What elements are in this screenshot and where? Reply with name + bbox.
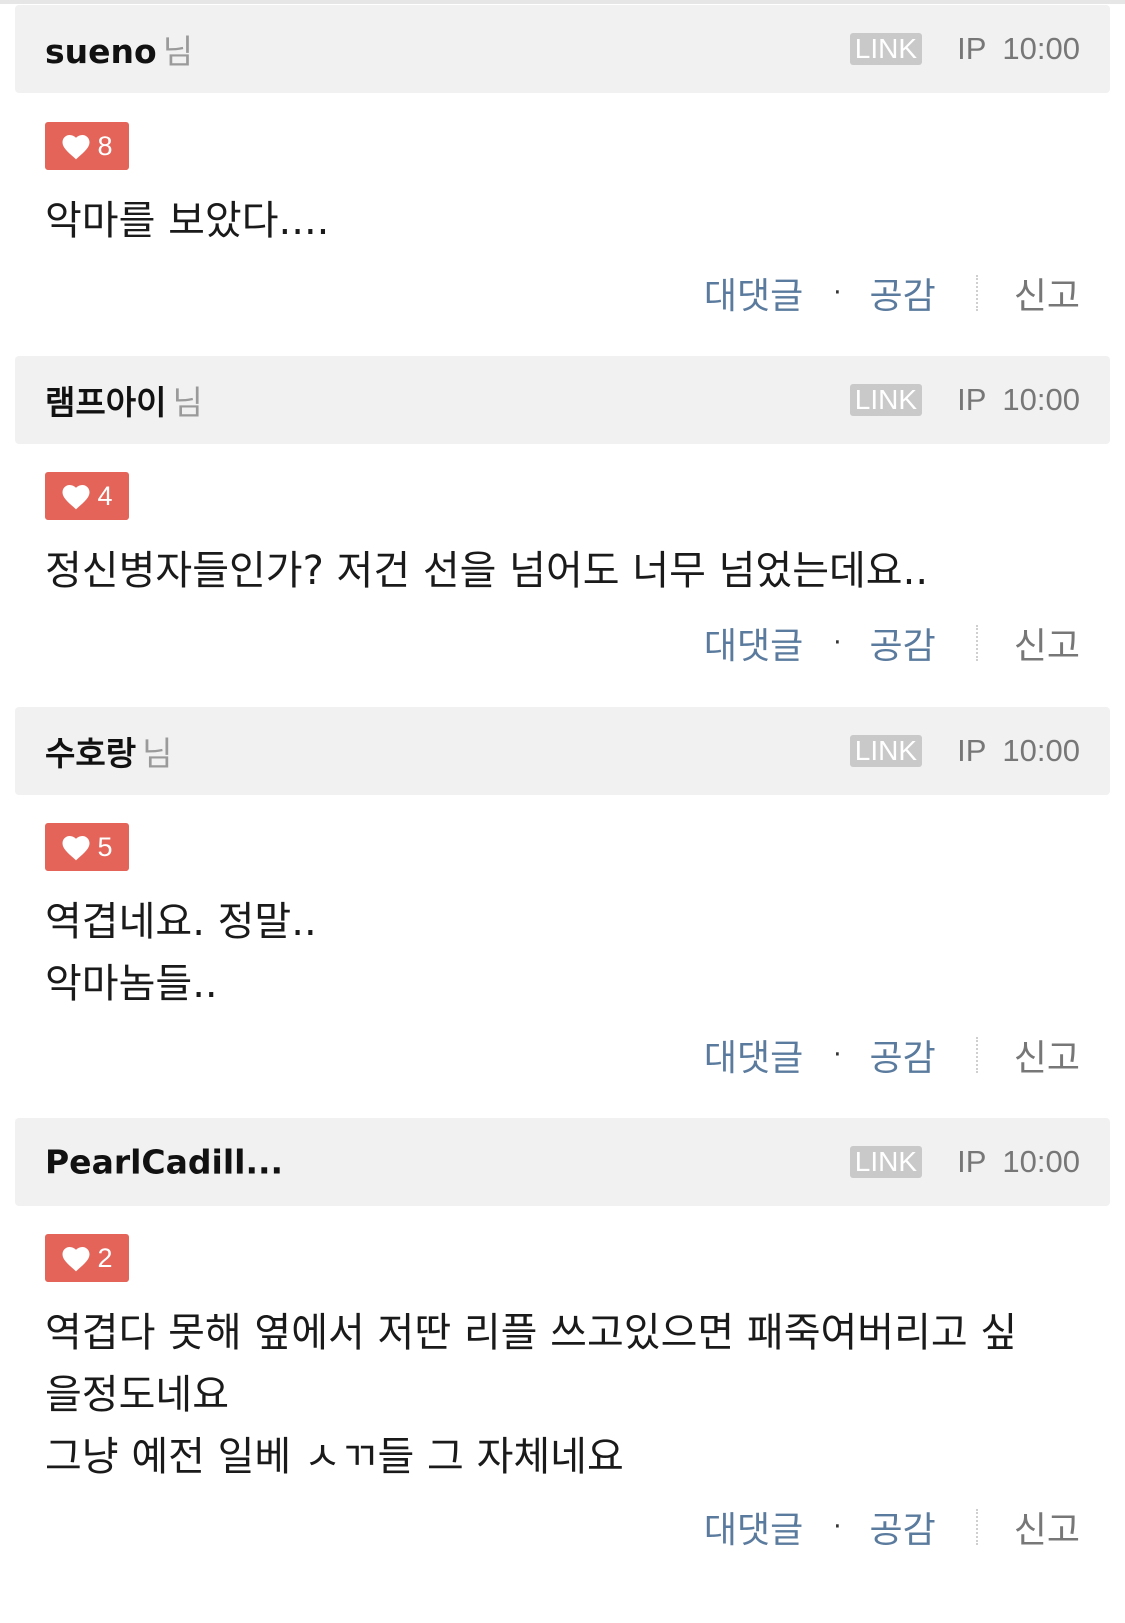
like-count: 8 [97,130,113,161]
heart-icon [62,484,90,509]
action-divider [975,1037,978,1073]
timestamp: 10:00 [1002,1144,1080,1179]
agree-button[interactable]: 공감 [870,267,936,319]
action-dot: · [833,628,842,658]
action-dot: · [833,278,842,308]
link-badge[interactable]: LINK [849,33,922,65]
top-divider [0,0,1125,4]
report-button[interactable]: 신고 [1014,617,1080,669]
reply-button[interactable]: 대댓글 [704,617,803,669]
heart-icon [62,1246,90,1271]
comment-actions: 대댓글 · 공감 신고 [704,1030,1080,1080]
comment-header: sueno 님 LINK IP 10:00 [15,5,1110,93]
ip-time: IP 10:00 [957,382,1080,418]
like-badge[interactable]: 2 [45,1234,129,1282]
author-honorific: 님 [162,32,194,71]
ip-label: IP [957,382,987,417]
author-name[interactable]: 수호랑 님 [45,727,172,775]
comment-text: 역겹네요. 정말.. 악마놈들.. [45,899,317,1007]
report-button[interactable]: 신고 [1014,267,1080,319]
timestamp: 10:00 [1002,31,1080,66]
author-nickname[interactable]: 램프아이 [45,383,166,422]
report-button[interactable]: 신고 [1014,1029,1080,1081]
author-nickname[interactable]: sueno [45,32,157,71]
like-badge[interactable]: 5 [45,823,129,871]
action-divider [975,625,978,661]
reply-button[interactable]: 대댓글 [704,267,803,319]
comment-text: 정신병자들인가? 저건 선을 넘어도 너무 넘었는데요.. [45,548,929,594]
heart-icon [62,835,90,860]
ip-time: IP 10:00 [957,733,1080,769]
author-nickname[interactable]: PearlCadill... [45,1143,283,1182]
reply-button[interactable]: 대댓글 [704,1501,803,1553]
comment-actions: 대댓글 · 공감 신고 [704,268,1080,318]
link-badge[interactable]: LINK [849,1146,922,1178]
timestamp: 10:00 [1002,382,1080,417]
author-honorific: 님 [142,734,173,773]
comment-actions: 대댓글 · 공감 신고 [704,618,1080,668]
comment-text: 역겹다 못해 옆에서 저딴 리플 쓰고있으면 패죽여버리고 싶 을정도네요 그냥… [45,1310,1018,1480]
like-count: 2 [97,1242,113,1273]
like-count: 4 [97,480,113,511]
agree-button[interactable]: 공감 [870,617,936,669]
timestamp: 10:00 [1002,733,1080,768]
comment-header: 수호랑 님 LINK IP 10:00 [15,707,1110,795]
action-divider [975,1509,978,1545]
ip-label: IP [957,31,987,66]
like-badge[interactable]: 4 [45,472,129,520]
comment-header: PearlCadill... LINK IP 10:00 [15,1118,1110,1206]
author-honorific: 님 [172,383,203,422]
ip-label: IP [957,1144,987,1179]
link-badge[interactable]: LINK [849,384,922,416]
author-nickname[interactable]: 수호랑 [45,734,136,773]
author-name[interactable]: sueno 님 [45,25,193,73]
agree-button[interactable]: 공감 [870,1501,936,1553]
comment-text: 악마를 보았다.... [45,198,330,244]
action-divider [975,275,978,311]
agree-button[interactable]: 공감 [870,1029,936,1081]
report-button[interactable]: 신고 [1014,1501,1080,1553]
author-name[interactable]: PearlCadill... [45,1143,289,1182]
ip-time: IP 10:00 [957,31,1080,67]
like-count: 5 [97,831,113,862]
comment-actions: 대댓글 · 공감 신고 [704,1502,1080,1552]
action-dot: · [833,1040,842,1070]
heart-icon [62,134,90,159]
comment-header: 램프아이 님 LINK IP 10:00 [15,356,1110,444]
ip-time: IP 10:00 [957,1144,1080,1180]
action-dot: · [833,1512,842,1542]
reply-button[interactable]: 대댓글 [704,1029,803,1081]
ip-label: IP [957,733,987,768]
author-name[interactable]: 램프아이 님 [45,376,203,424]
link-badge[interactable]: LINK [849,735,922,767]
like-badge[interactable]: 8 [45,122,129,170]
